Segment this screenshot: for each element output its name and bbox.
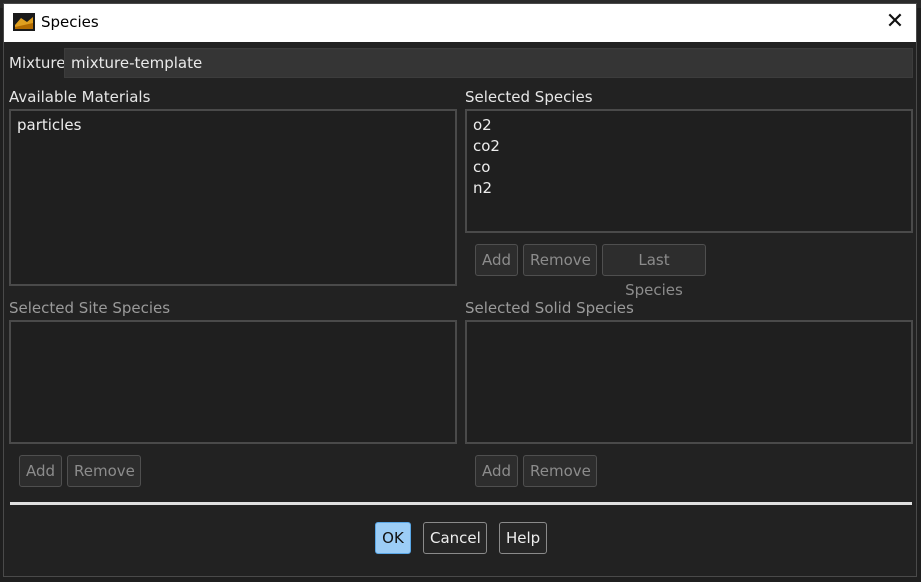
selected-site-species-label: Selected Site Species	[9, 299, 171, 317]
solid-species-add-button[interactable]: Add	[475, 455, 518, 487]
solid-species-remove-button[interactable]: Remove	[523, 455, 597, 487]
list-item[interactable]: o2	[473, 115, 905, 136]
selected-solid-species-list[interactable]	[465, 320, 913, 444]
list-item[interactable]: particles	[17, 115, 449, 136]
cancel-button[interactable]: Cancel	[423, 522, 487, 554]
help-button[interactable]: Help	[499, 522, 547, 554]
list-item[interactable]: co	[473, 157, 905, 178]
title-bar: Species ✕	[4, 4, 916, 42]
site-species-add-button[interactable]: Add	[19, 455, 62, 487]
list-item[interactable]: co2	[473, 136, 905, 157]
site-species-remove-button[interactable]: Remove	[67, 455, 141, 487]
species-dialog: Species ✕ Mixture mixture-template Avail…	[3, 3, 917, 577]
selected-site-species-list[interactable]	[9, 320, 457, 444]
list-item[interactable]: n2	[473, 178, 905, 199]
selected-species-add-button[interactable]: Add	[475, 244, 518, 276]
selected-solid-species-label: Selected Solid Species	[465, 299, 634, 317]
window-title: Species	[41, 13, 99, 31]
available-materials-list[interactable]: particles	[9, 109, 457, 286]
selected-species-remove-button[interactable]: Remove	[523, 244, 597, 276]
mixture-field[interactable]: mixture-template	[64, 48, 913, 78]
mixture-label: Mixture	[9, 54, 66, 72]
selected-species-label: Selected Species	[465, 88, 593, 106]
close-icon[interactable]: ✕	[882, 9, 908, 35]
fluent-app-icon	[13, 13, 35, 31]
last-species-button[interactable]: Last Species	[602, 244, 706, 299]
footer-separator	[10, 502, 912, 505]
available-materials-label: Available Materials	[9, 88, 151, 106]
selected-species-list[interactable]: o2 co2 co n2	[465, 109, 913, 233]
ok-button[interactable]: OK	[375, 522, 411, 554]
